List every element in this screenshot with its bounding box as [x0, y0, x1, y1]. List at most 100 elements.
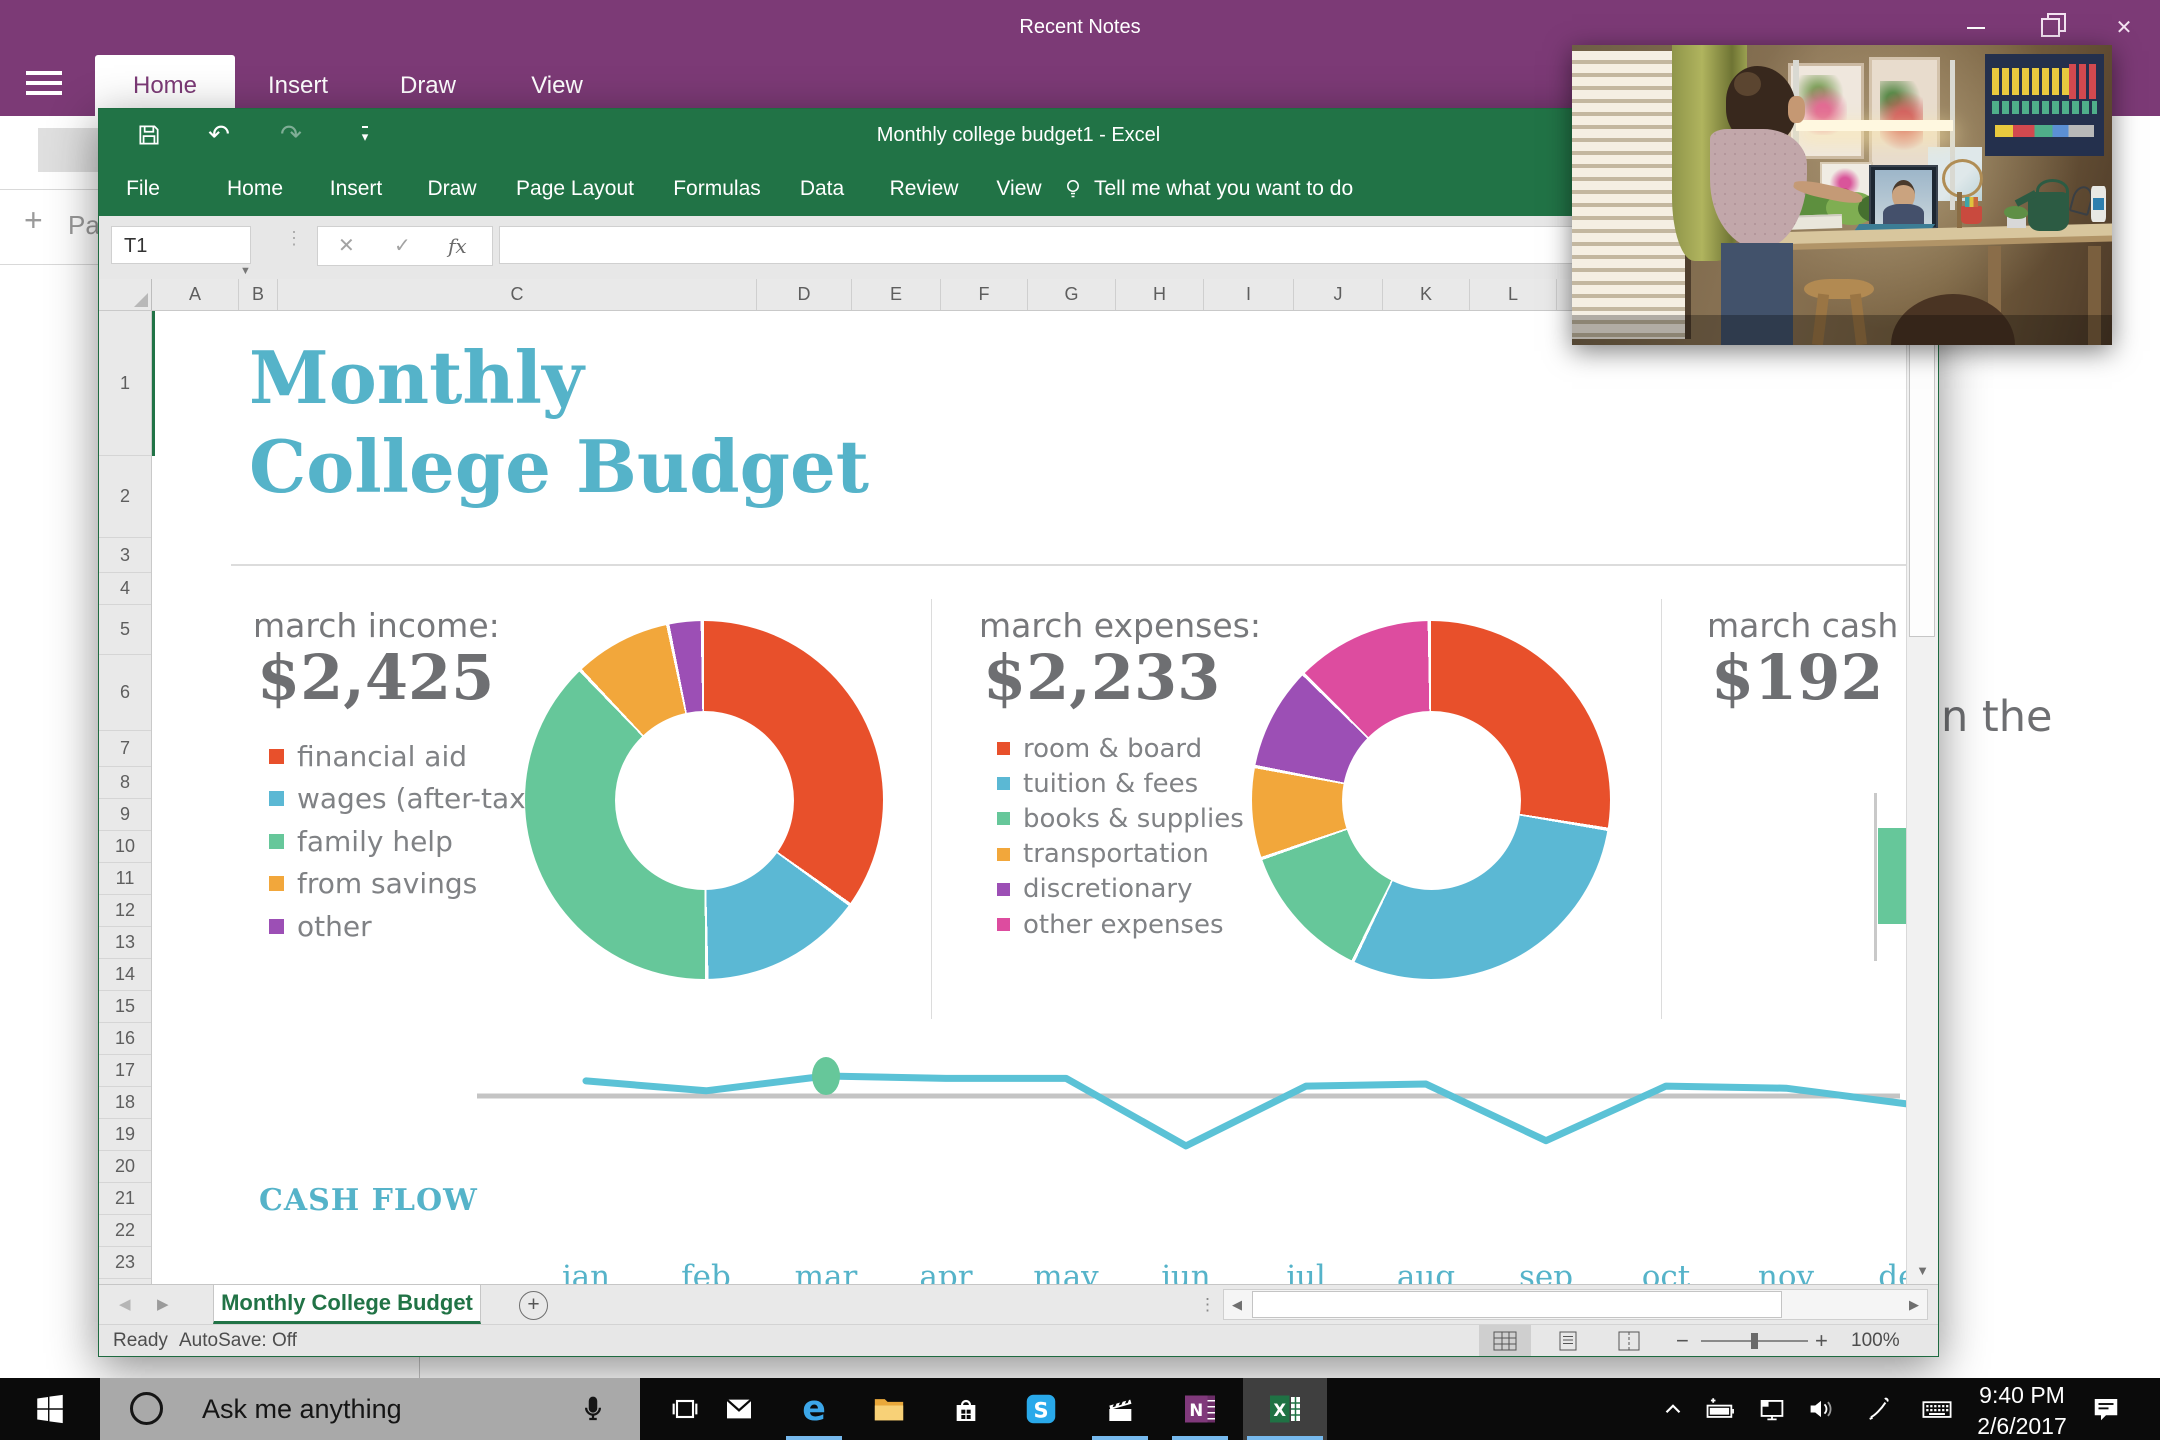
row-header-23[interactable]: 23: [99, 1247, 151, 1279]
horizontal-scrollbar[interactable]: ◀ ▶: [1223, 1289, 1928, 1320]
income-donut-chart[interactable]: [525, 621, 883, 979]
new-sheet-icon[interactable]: +: [519, 1291, 548, 1320]
row-header-5[interactable]: 5: [99, 605, 151, 655]
customize-quick-access-toolbar-icon[interactable]: ▾: [337, 109, 393, 161]
ribbon-tab-home[interactable]: Home: [227, 161, 283, 216]
select-all-corner[interactable]: [99, 279, 152, 310]
column-header-f[interactable]: F: [941, 279, 1028, 310]
column-header-g[interactable]: G: [1028, 279, 1116, 310]
sheet-grid[interactable]: Monthly College Budget march income: $2,…: [152, 311, 1906, 1284]
sheet-tab-monthly-college-budget[interactable]: Monthly College Budget: [213, 1285, 481, 1324]
onenote-tab-insert[interactable]: Insert: [228, 55, 368, 116]
tell-me-box[interactable]: Tell me what you want to do: [1061, 161, 1353, 216]
view-page-break-button[interactable]: [1603, 1325, 1655, 1356]
column-header-d[interactable]: D: [757, 279, 852, 310]
scroll-down-icon[interactable]: ▼: [1907, 1263, 1938, 1278]
network-icon[interactable]: [1749, 1378, 1795, 1440]
volume-icon[interactable]: [1798, 1378, 1844, 1440]
video-overlay[interactable]: [1572, 45, 2112, 345]
pen-icon[interactable]: [1856, 1378, 1902, 1440]
row-header-8[interactable]: 8: [99, 767, 151, 799]
taskbar-mail-icon[interactable]: [701, 1378, 777, 1440]
taskbar-store-icon[interactable]: [929, 1378, 1003, 1440]
row-header-19[interactable]: 19: [99, 1119, 151, 1151]
row-header-20[interactable]: 20: [99, 1151, 151, 1183]
save-icon[interactable]: [121, 109, 177, 161]
insert-function-icon[interactable]: fx: [448, 227, 467, 265]
cashflow-line-chart[interactable]: [471, 1023, 1906, 1168]
column-header-i[interactable]: I: [1204, 279, 1294, 310]
clock[interactable]: 9:40 PM 2/6/2017: [1972, 1378, 2072, 1440]
row-header-11[interactable]: 11: [99, 863, 151, 895]
action-center-icon[interactable]: [2083, 1378, 2129, 1440]
row-header-4[interactable]: 4: [99, 573, 151, 605]
row-header-3[interactable]: 3: [99, 538, 151, 573]
undo-icon[interactable]: ↶: [191, 109, 247, 161]
sheet-prev-icon[interactable]: ◀: [119, 1285, 131, 1324]
ribbon-tab-insert[interactable]: Insert: [330, 161, 383, 216]
column-header-k[interactable]: K: [1383, 279, 1470, 310]
ribbon-tab-review[interactable]: Review: [890, 161, 959, 216]
taskbar-skype-icon[interactable]: S: [1003, 1378, 1079, 1440]
onenote-tab-draw[interactable]: Draw: [358, 55, 498, 116]
start-button[interactable]: [0, 1378, 100, 1440]
row-header-2[interactable]: 2: [99, 456, 151, 538]
sheet-next-icon[interactable]: ▶: [157, 1285, 169, 1324]
row-header-15[interactable]: 15: [99, 991, 151, 1023]
taskbar-movies-tv-icon[interactable]: [1082, 1378, 1158, 1440]
zoom-level[interactable]: 100%: [1851, 1325, 1900, 1356]
row-header-6[interactable]: 6: [99, 655, 151, 731]
row-header-14[interactable]: 14: [99, 959, 151, 991]
scroll-right-icon[interactable]: ▶: [1909, 1290, 1919, 1319]
column-header-j[interactable]: J: [1294, 279, 1383, 310]
add-page-label[interactable]: Pa: [68, 210, 100, 241]
autosave-status[interactable]: AutoSave: Off: [179, 1325, 297, 1356]
zoom-out-icon[interactable]: −: [1676, 1325, 1689, 1356]
cancel-icon[interactable]: ✕: [338, 227, 355, 265]
chevron-up-icon[interactable]: [1650, 1378, 1696, 1440]
add-page-icon[interactable]: +: [24, 202, 43, 239]
hamburger-menu-icon[interactable]: [26, 71, 62, 99]
zoom-slider-thumb[interactable]: [1751, 1333, 1758, 1349]
onenote-sidebar-button[interactable]: [38, 128, 98, 172]
battery-icon[interactable]: [1697, 1378, 1743, 1440]
row-header-13[interactable]: 13: [99, 927, 151, 959]
microphone-icon[interactable]: [578, 1394, 608, 1424]
ribbon-tab-draw[interactable]: Draw: [427, 161, 476, 216]
ribbon-tab-view[interactable]: View: [996, 161, 1041, 216]
view-page-layout-button[interactable]: [1542, 1325, 1594, 1356]
cortana-icon[interactable]: [130, 1392, 163, 1425]
scrollbar-thumb[interactable]: [1252, 1291, 1782, 1318]
row-header-21[interactable]: 21: [99, 1183, 151, 1215]
row-header-17[interactable]: 17: [99, 1055, 151, 1087]
row-header-1[interactable]: 1: [99, 311, 151, 456]
name-box[interactable]: T1 ▼: [111, 226, 251, 277]
column-header-a[interactable]: A: [152, 279, 239, 310]
onenote-tab-home[interactable]: Home: [95, 55, 235, 116]
expenses-donut-chart[interactable]: [1252, 621, 1610, 979]
onenote-tab-view[interactable]: View: [487, 55, 627, 116]
row-header-12[interactable]: 12: [99, 895, 151, 927]
column-header-e[interactable]: E: [852, 279, 941, 310]
column-header-l[interactable]: L: [1470, 279, 1557, 310]
view-normal-button[interactable]: [1479, 1325, 1531, 1356]
row-header-16[interactable]: 16: [99, 1023, 151, 1055]
taskbar-file-explorer-icon[interactable]: [851, 1378, 927, 1440]
redo-icon[interactable]: ↷: [263, 109, 319, 161]
row-header-9[interactable]: 9: [99, 799, 151, 831]
ribbon-tab-data[interactable]: Data: [800, 161, 844, 216]
vertical-scrollbar[interactable]: ▲ ▼: [1906, 279, 1938, 1284]
row-header-22[interactable]: 22: [99, 1215, 151, 1247]
scroll-left-icon[interactable]: ◀: [1232, 1290, 1242, 1319]
search-input[interactable]: Ask me anything: [100, 1378, 640, 1440]
column-header-h[interactable]: H: [1116, 279, 1204, 310]
row-header-10[interactable]: 10: [99, 831, 151, 863]
row-header-7[interactable]: 7: [99, 731, 151, 767]
zoom-in-icon[interactable]: +: [1815, 1325, 1828, 1356]
column-header-b[interactable]: B: [239, 279, 278, 310]
scrollbar-thumb[interactable]: [1909, 307, 1935, 637]
column-header-c[interactable]: C: [278, 279, 757, 310]
taskbar-onenote-icon[interactable]: N: [1162, 1378, 1238, 1440]
taskbar-edge-icon[interactable]: e: [777, 1378, 851, 1440]
keyboard-icon[interactable]: [1914, 1378, 1960, 1440]
